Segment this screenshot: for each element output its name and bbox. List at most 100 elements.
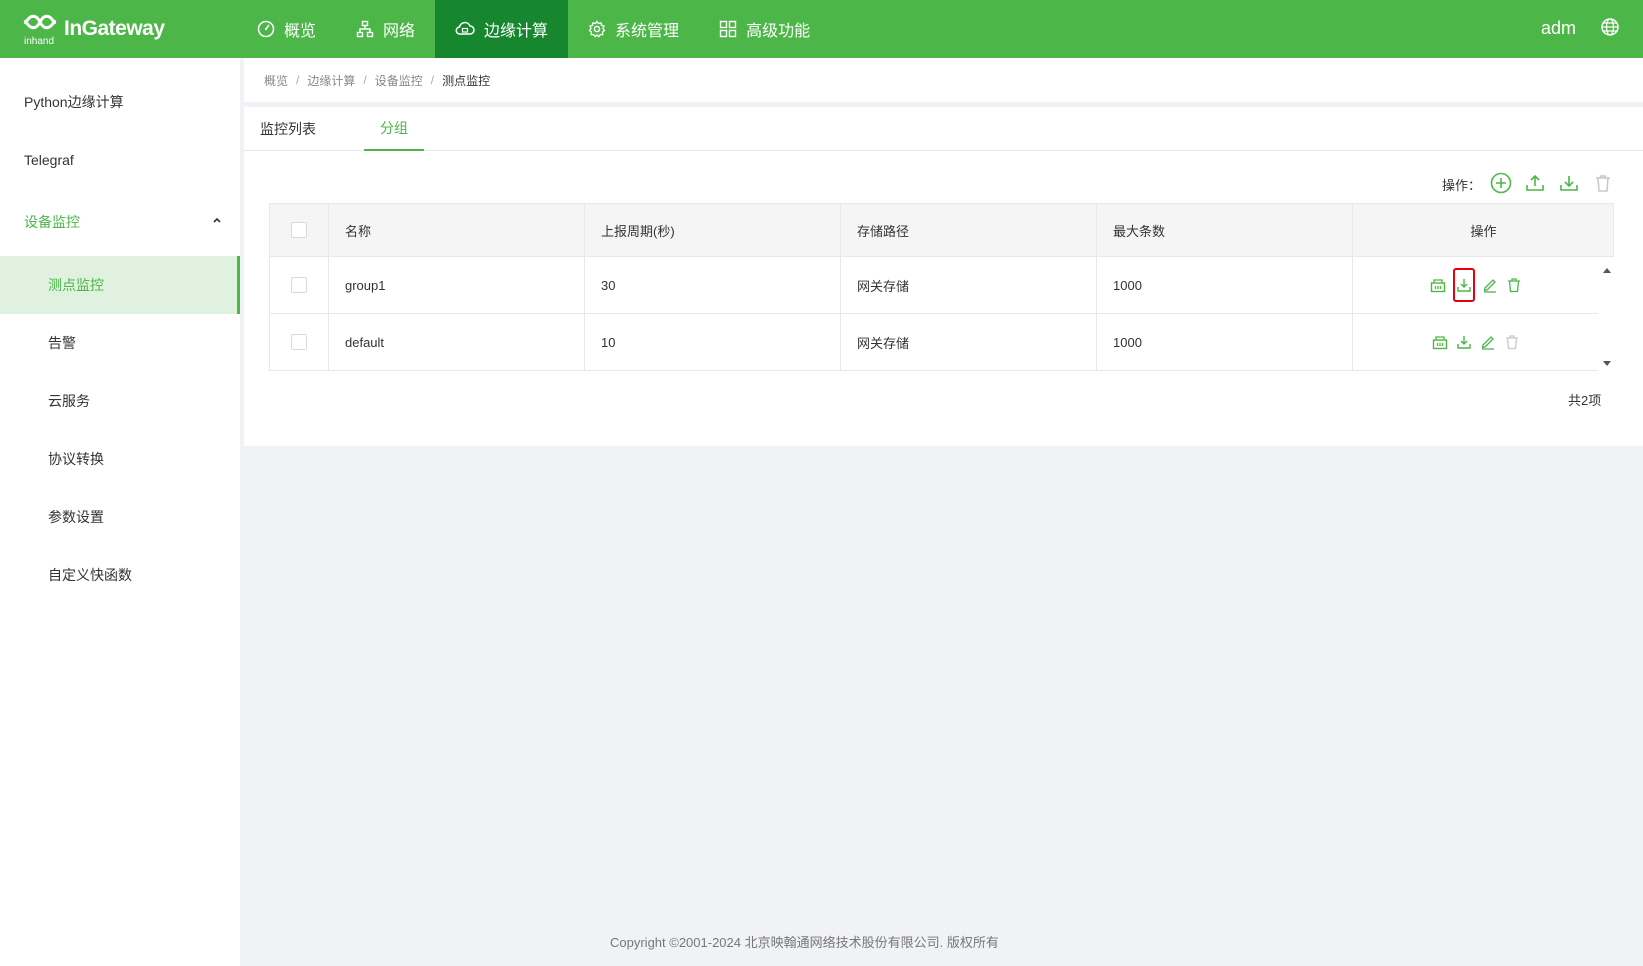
sidebar-item-params[interactable]: 参数设置 [0, 488, 240, 546]
logo-text: InGateway [64, 17, 165, 40]
sidebar-item-protocol[interactable]: 协议转换 [0, 430, 240, 488]
sidebar-item-label: 告警 [48, 335, 76, 351]
header-cell-name: 名称 [328, 204, 584, 256]
download-icon [1457, 279, 1471, 292]
breadcrumb-separator: / [430, 73, 435, 87]
cell-storage: 网关存储 [840, 257, 1096, 313]
tab-group[interactable]: 分组 [364, 107, 424, 151]
footer-copyright: Copyright ©2001-2024 北京映翰通网络技术股份有限公司. 版权… [610, 935, 999, 950]
sidebar: Python边缘计算 Telegraf 设备监控 测点监控 告警 云服务 协议转… [0, 58, 240, 966]
breadcrumb-item[interactable]: 设备监控 [375, 72, 423, 89]
upload-icon [1526, 174, 1544, 191]
chevron-up-icon [213, 217, 221, 223]
cell-max: 1000 [1096, 257, 1352, 313]
nav-label: 网络 [383, 23, 416, 40]
language-icon[interactable] [1600, 17, 1620, 42]
sidebar-item-alarm[interactable]: 告警 [0, 314, 240, 372]
cell-storage: 网关存储 [840, 314, 1096, 370]
sidebar-item-label: 自定义快函数 [48, 567, 132, 583]
trash-icon [1596, 175, 1610, 192]
cell-actions [1352, 257, 1599, 313]
network-icon [356, 20, 374, 38]
add-button[interactable] [1489, 171, 1513, 195]
nav-label: 概览 [284, 23, 317, 40]
top-bar: inhand InGateway 概览 网络 边缘计算 系统管理 高级功能 ad… [0, 0, 1643, 58]
main-nav: 概览 网络 边缘计算 系统管理 高级功能 [237, 0, 830, 58]
export-button[interactable] [1557, 171, 1581, 195]
download-icon [1457, 336, 1471, 349]
row-export-button[interactable] [1455, 333, 1473, 351]
nav-label: 高级功能 [746, 23, 811, 40]
scroll-up-arrow[interactable] [1602, 261, 1612, 279]
row-actions [1429, 268, 1523, 302]
table-row: default 10 网关存储 1000 [269, 314, 1598, 371]
breadcrumb-item[interactable]: 概览 [264, 72, 288, 89]
pencil-icon [1481, 336, 1494, 350]
basket-icon [1430, 279, 1446, 293]
cell-period: 30 [584, 257, 840, 313]
nav-system[interactable]: 系统管理 [568, 0, 699, 58]
basket-icon [1432, 336, 1448, 350]
breadcrumb-item[interactable]: 边缘计算 [307, 72, 355, 89]
header-cell-max: 最大条数 [1096, 204, 1352, 256]
sidebar-item-label: 参数设置 [48, 509, 104, 525]
tab-monitor-list[interactable]: 监控列表 [260, 107, 316, 151]
bulk-delete-button[interactable] [1591, 171, 1615, 195]
cell-actions [1352, 314, 1599, 370]
cell-name: group1 [328, 257, 584, 313]
pencil-icon [1483, 279, 1496, 293]
row-export-button[interactable] [1453, 268, 1475, 302]
logo-icon: inhand [22, 12, 58, 47]
import-button[interactable] [1523, 171, 1547, 195]
nav-advanced[interactable]: 高级功能 [699, 0, 830, 58]
cell-period: 10 [584, 314, 840, 370]
grid-icon [719, 20, 737, 38]
scroll-down-arrow[interactable] [1602, 355, 1612, 373]
sidebar-item-cloud-service[interactable]: 云服务 [0, 372, 240, 430]
nav-label: 系统管理 [615, 23, 680, 40]
row-detail-button[interactable] [1429, 276, 1447, 294]
row-edit-button[interactable] [1479, 333, 1497, 351]
sidebar-item-label: 协议转换 [48, 451, 104, 467]
sidebar-item-telegraf[interactable]: Telegraf [0, 131, 240, 189]
select-all-checkbox[interactable] [291, 222, 307, 238]
table-total: 共2项 [1568, 393, 1602, 408]
sidebar-item-custom-func[interactable]: 自定义快函数 [0, 546, 240, 604]
sidebar-item-point-monitor[interactable]: 测点监控 [0, 256, 240, 314]
trash-icon [1506, 335, 1518, 350]
dashboard-icon [257, 20, 275, 38]
sidebar-item-python[interactable]: Python边缘计算 [0, 73, 240, 131]
cell-max: 1000 [1096, 314, 1352, 370]
row-checkbox[interactable] [291, 334, 307, 350]
cloud-icon [455, 21, 475, 35]
user-menu[interactable]: adm [1541, 18, 1576, 39]
row-actions [1431, 333, 1521, 351]
logo[interactable]: inhand InGateway [22, 12, 165, 47]
row-checkbox[interactable] [291, 277, 307, 293]
sidebar-item-device-monitor[interactable]: 设备监控 [0, 193, 240, 251]
row-edit-button[interactable] [1481, 276, 1499, 294]
plus-circle-icon [1490, 172, 1512, 194]
row-select-cell [270, 257, 328, 313]
sidebar-item-label: 测点监控 [48, 277, 104, 293]
toolbar-label: 操作： [1442, 178, 1482, 193]
gear-icon [588, 20, 606, 38]
nav-overview[interactable]: 概览 [237, 0, 336, 58]
breadcrumb-separator: / [296, 73, 300, 87]
cell-name: default [328, 314, 584, 370]
breadcrumb-separator: / [363, 73, 367, 87]
table-header: 名称 上报周期(秒) 存储路径 最大条数 操作 [269, 203, 1614, 257]
nav-label: 边缘计算 [484, 23, 549, 40]
sidebar-item-label: 设备监控 [24, 214, 80, 230]
tab-label: 监控列表 [260, 121, 316, 137]
row-delete-button[interactable] [1503, 333, 1521, 351]
row-delete-button[interactable] [1505, 276, 1523, 294]
tab-label: 分组 [380, 120, 408, 136]
table-row: group1 30 网关存储 1000 [269, 257, 1598, 314]
content-card: 监控列表 分组 操作： 名称 上报周期(秒) 存储路径 最大条数 操作 grou… [244, 107, 1643, 446]
nav-edge-computing[interactable]: 边缘计算 [435, 0, 569, 58]
row-detail-button[interactable] [1431, 333, 1449, 351]
nav-network[interactable]: 网络 [336, 0, 435, 58]
svg-text:inhand: inhand [24, 36, 54, 46]
sidebar-item-label: Python边缘计算 [24, 94, 124, 110]
